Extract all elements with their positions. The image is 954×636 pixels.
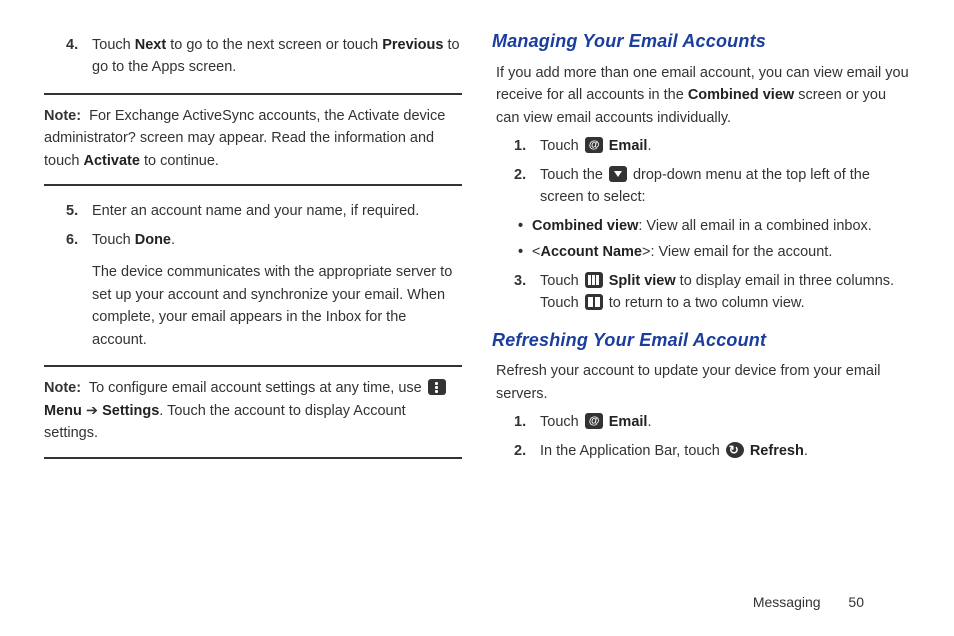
step-body: Touch Next to go to the next screen or t… [92, 34, 462, 79]
step-number: 2. [514, 440, 540, 462]
email-icon [585, 137, 603, 153]
text: Touch [540, 414, 583, 430]
dropdown-icon [609, 166, 627, 182]
text: In the Application Bar, touch [540, 443, 724, 459]
bullet-combined: • Combined view: View all email in a com… [518, 215, 910, 237]
step-body: Enter an account name and your name, if … [92, 200, 462, 222]
footer-section: Messaging [753, 594, 821, 610]
bullet-account: • <Account Name>: View email for the acc… [518, 241, 910, 263]
step-number: 2. [514, 164, 540, 209]
text: Touch the [540, 167, 607, 183]
step-body: Touch Email. [540, 135, 910, 157]
step-5: 5. Enter an account name and your name, … [66, 200, 462, 222]
text: >: View email for the account. [642, 244, 832, 260]
refresh-step-2: 2. In the Application Bar, touch Refresh… [514, 440, 910, 462]
step-number: 1. [514, 135, 540, 157]
step-body: Touch Email. [540, 411, 910, 433]
step-body: In the Application Bar, touch Refresh. [540, 440, 910, 462]
step-body: Touch Done. The device communicates with… [92, 229, 462, 351]
bold-combined: Combined view [532, 218, 638, 234]
text: Touch [540, 138, 583, 154]
refresh-icon [726, 442, 744, 458]
text: . [647, 138, 651, 154]
step-body: Touch Split view to display email in thr… [540, 270, 910, 315]
text: Touch [92, 37, 135, 53]
step-number: 6. [66, 229, 92, 351]
bold-account-name: Account Name [540, 244, 642, 260]
note-text: to continue. [140, 153, 219, 169]
intro-paragraph: If you add more than one email account, … [496, 62, 910, 129]
heading-refreshing: Refreshing Your Email Account [492, 327, 910, 355]
text: to return to a two column view. [605, 295, 805, 311]
bold-done: Done [135, 232, 171, 248]
note-label: Note: [44, 380, 81, 396]
note-label: Note: [44, 108, 81, 124]
step-6: 6. Touch Done. The device communicates w… [66, 229, 462, 351]
bold-refresh: Refresh [750, 443, 804, 459]
bold-next: Next [135, 37, 166, 53]
bold-menu: Menu [44, 403, 82, 419]
split-view-icon [585, 272, 603, 288]
text: . [647, 414, 651, 430]
text: : View all email in a combined inbox. [638, 218, 871, 234]
step-number: 5. [66, 200, 92, 222]
bold-settings: Settings [102, 403, 159, 419]
bullet-dot: • [518, 215, 532, 237]
manage-step-2: 2. Touch the drop-down menu at the top l… [514, 164, 910, 209]
page-footer: Messaging 50 [753, 594, 864, 610]
note-text: To configure email account settings at a… [85, 380, 426, 396]
refresh-step-1: 1. Touch Email. [514, 411, 910, 433]
page-content: 4. Touch Next to go to the next screen o… [0, 0, 954, 473]
two-column-icon [585, 294, 603, 310]
bold-activate: Activate [84, 153, 140, 169]
bold-split-view: Split view [609, 273, 676, 289]
step-number: 4. [66, 34, 92, 79]
bold-email: Email [609, 414, 648, 430]
heading-managing: Managing Your Email Accounts [492, 28, 910, 56]
manage-step-3: 3. Touch Split view to display email in … [514, 270, 910, 315]
step-body: Touch the drop-down menu at the top left… [540, 164, 910, 209]
text: to go to the next screen or touch [166, 37, 382, 53]
note-settings: Note: To configure email account setting… [44, 365, 462, 458]
right-column: Managing Your Email Accounts If you add … [492, 28, 910, 473]
email-icon [585, 413, 603, 429]
text: . [171, 232, 175, 248]
text: . [804, 443, 808, 459]
step-4: 4. Touch Next to go to the next screen o… [66, 34, 462, 79]
bold-previous: Previous [382, 37, 443, 53]
left-column: 4. Touch Next to go to the next screen o… [44, 28, 462, 473]
bold-email: Email [609, 138, 648, 154]
bullet-list: • Combined view: View all email in a com… [518, 215, 910, 264]
refresh-intro: Refresh your account to update your devi… [496, 360, 910, 405]
text: Touch [540, 273, 583, 289]
bold-combined-view: Combined view [688, 87, 794, 103]
note-activesync: Note: For Exchange ActiveSync accounts, … [44, 93, 462, 186]
step-number: 1. [514, 411, 540, 433]
step-6-para: The device communicates with the appropr… [92, 261, 462, 351]
arrow: ➔ [82, 403, 102, 419]
footer-page-number: 50 [848, 594, 864, 610]
bullet-dot: • [518, 241, 532, 263]
text: Touch [92, 232, 135, 248]
manage-step-1: 1. Touch Email. [514, 135, 910, 157]
step-number: 3. [514, 270, 540, 315]
menu-icon [428, 379, 446, 395]
